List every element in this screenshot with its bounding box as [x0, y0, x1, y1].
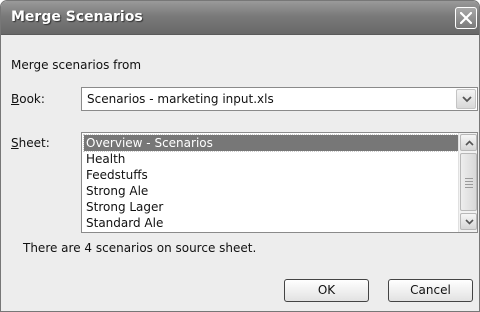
scroll-thumb-grip	[465, 181, 473, 182]
close-icon	[460, 12, 472, 24]
sheet-list-item[interactable]: Health	[84, 151, 458, 167]
arrow-up-icon	[465, 140, 474, 146]
book-dropdown[interactable]: Scenarios - marketing input.xls	[81, 87, 478, 111]
sheet-label-rest: heet:	[18, 136, 50, 150]
scroll-down-button[interactable]	[460, 213, 477, 230]
merge-from-label: Merge scenarios from	[11, 58, 142, 72]
ok-button[interactable]: OK	[284, 279, 369, 302]
title-bar[interactable]: Merge Scenarios	[1, 1, 479, 35]
scroll-thumb-grip	[465, 178, 473, 179]
close-button[interactable]	[455, 7, 477, 29]
sheet-scrollbar[interactable]	[458, 133, 477, 232]
window-title: Merge Scenarios	[11, 9, 143, 25]
sheet-listbox[interactable]: Overview - Scenarios Health Feedstuffs S…	[81, 132, 478, 233]
sheet-list-item[interactable]: Strong Lager	[84, 199, 458, 215]
scroll-thumb-grip	[465, 187, 473, 188]
book-dropdown-value: Scenarios - marketing input.xls	[87, 92, 274, 106]
book-label-accesskey: B	[11, 92, 20, 106]
scroll-thumb-grip	[465, 184, 473, 185]
sheet-list-item[interactable]: Overview - Scenarios	[83, 134, 459, 152]
chevron-down-icon	[462, 96, 472, 103]
sheet-list-item[interactable]: Standard Ale	[84, 215, 458, 231]
sheet-label: Sheet:	[11, 136, 50, 150]
scroll-thumb[interactable]	[460, 153, 477, 211]
scenario-count-text: There are 4 scenarios on source sheet.	[23, 241, 257, 255]
book-label-rest: ook:	[19, 92, 45, 106]
cancel-button[interactable]: Cancel	[388, 279, 473, 302]
sheet-list-item[interactable]: Feedstuffs	[84, 167, 458, 183]
scroll-up-button[interactable]	[460, 134, 477, 151]
book-label: Book:	[11, 92, 45, 106]
merge-scenarios-dialog: Merge Scenarios Merge scenarios from Boo…	[0, 0, 480, 312]
sheet-label-accesskey: S	[11, 136, 19, 150]
book-dropdown-arrow[interactable]	[456, 89, 476, 109]
arrow-down-icon	[465, 219, 474, 225]
sheet-list-item[interactable]: Strong Ale	[84, 183, 458, 199]
